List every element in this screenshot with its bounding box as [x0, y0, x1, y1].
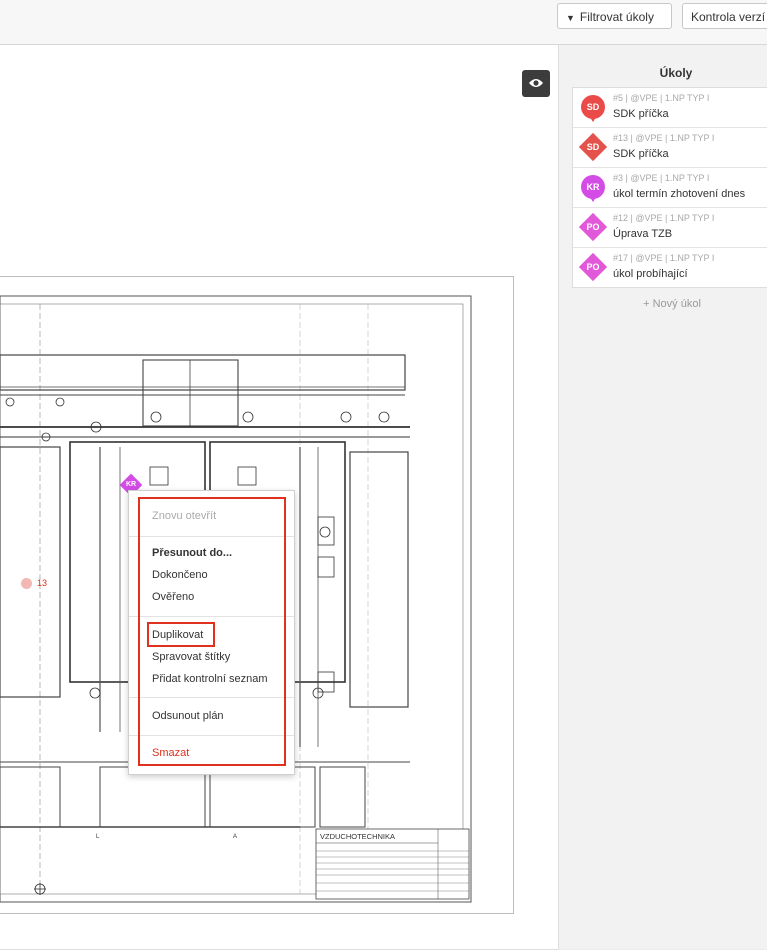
task-name: úkol probíhající [613, 268, 688, 280]
task-item[interactable]: PO #17 | @VPE | 1.NP TYP I úkol probíhaj… [573, 248, 767, 287]
eye-icon [529, 79, 543, 87]
task-item[interactable]: SD #13 | @VPE | 1.NP TYP I SDK příčka [573, 128, 767, 168]
task-item[interactable]: PO #12 | @VPE | 1.NP TYP I Úprava TZB [573, 208, 767, 248]
menu-item-delete[interactable]: Smazat [152, 747, 189, 759]
menu-item-move-to[interactable]: Přesunout do... [152, 547, 232, 559]
task-badge: KR [581, 175, 605, 202]
task-badge: PO [578, 252, 608, 282]
menu-divider [129, 536, 294, 537]
task-badge-label: SD [586, 142, 600, 152]
task-meta: #3 | @VPE | 1.NP TYP I [613, 173, 710, 183]
task-meta: #13 | @VPE | 1.NP TYP I [613, 133, 715, 143]
task-meta: #17 | @VPE | 1.NP TYP I [613, 253, 715, 263]
menu-item-add-checklist[interactable]: Přidat kontrolní seznam [152, 673, 268, 685]
task-meta: #12 | @VPE | 1.NP TYP I [613, 213, 715, 223]
task-meta: #5 | @VPE | 1.NP TYP I [613, 93, 710, 103]
top-toolbar: ▼ Filtrovat úkoly Kontrola verzí [0, 0, 767, 45]
titleblock-title: VZDUCHOTECHNIKA [320, 832, 395, 841]
task-marker-13-label: 13 [37, 578, 48, 588]
menu-item-manage-tags[interactable]: Spravovat štítky [152, 651, 230, 663]
version-check-button[interactable]: Kontrola verzí [682, 3, 767, 29]
filter-tasks-label: Filtrovat úkoly [579, 10, 654, 24]
menu-divider [129, 616, 294, 617]
task-name: SDK příčka [613, 148, 669, 160]
task-context-menu: Znovu otevřít Přesunout do... Dokončeno … [128, 490, 295, 775]
task-badge-label: KR [586, 182, 600, 192]
menu-item-duplicate[interactable]: Duplikovat [152, 629, 203, 641]
menu-divider [129, 735, 294, 736]
tasks-panel-title: Úkoly [659, 66, 693, 80]
task-list: SD #5 | @VPE | 1.NP TYP I SDK příčka SD … [572, 87, 767, 288]
task-badge-label: SD [586, 102, 600, 112]
task-badge-label: PO [586, 262, 600, 272]
task-marker-13[interactable] [21, 578, 32, 589]
task-item[interactable]: KR #3 | @VPE | 1.NP TYP I úkol termín zh… [573, 168, 767, 208]
task-badge-label: PO [586, 222, 600, 232]
task-name: Úprava TZB [613, 228, 673, 240]
filter-icon: ▼ [566, 13, 575, 23]
filter-tasks-button[interactable]: ▼ Filtrovat úkoly [557, 3, 672, 29]
task-badge: SD [581, 95, 605, 122]
task-item[interactable]: SD #5 | @VPE | 1.NP TYP I SDK příčka [573, 88, 767, 128]
visibility-toggle-button[interactable] [522, 70, 550, 97]
svg-text:L: L [96, 834, 100, 840]
menu-item-reopen[interactable]: Znovu otevřít [152, 510, 216, 522]
task-name: úkol termín zhotovení dnes [613, 188, 746, 200]
menu-item-completed[interactable]: Dokončeno [152, 569, 208, 581]
version-check-label: Kontrola verzí [691, 10, 766, 24]
task-badge: SD [578, 132, 608, 162]
svg-text:A: A [233, 834, 237, 840]
tasks-panel: Úkoly SD #5 | @VPE | 1.NP TYP I SDK příč… [558, 45, 767, 949]
menu-item-verified[interactable]: Ověřeno [152, 591, 194, 603]
menu-item-move-plan[interactable]: Odsunout plán [152, 710, 224, 722]
new-task-link[interactable]: + Nový úkol [572, 298, 767, 310]
task-badge: PO [578, 212, 608, 242]
menu-divider [129, 697, 294, 698]
task-name: SDK příčka [613, 108, 669, 120]
